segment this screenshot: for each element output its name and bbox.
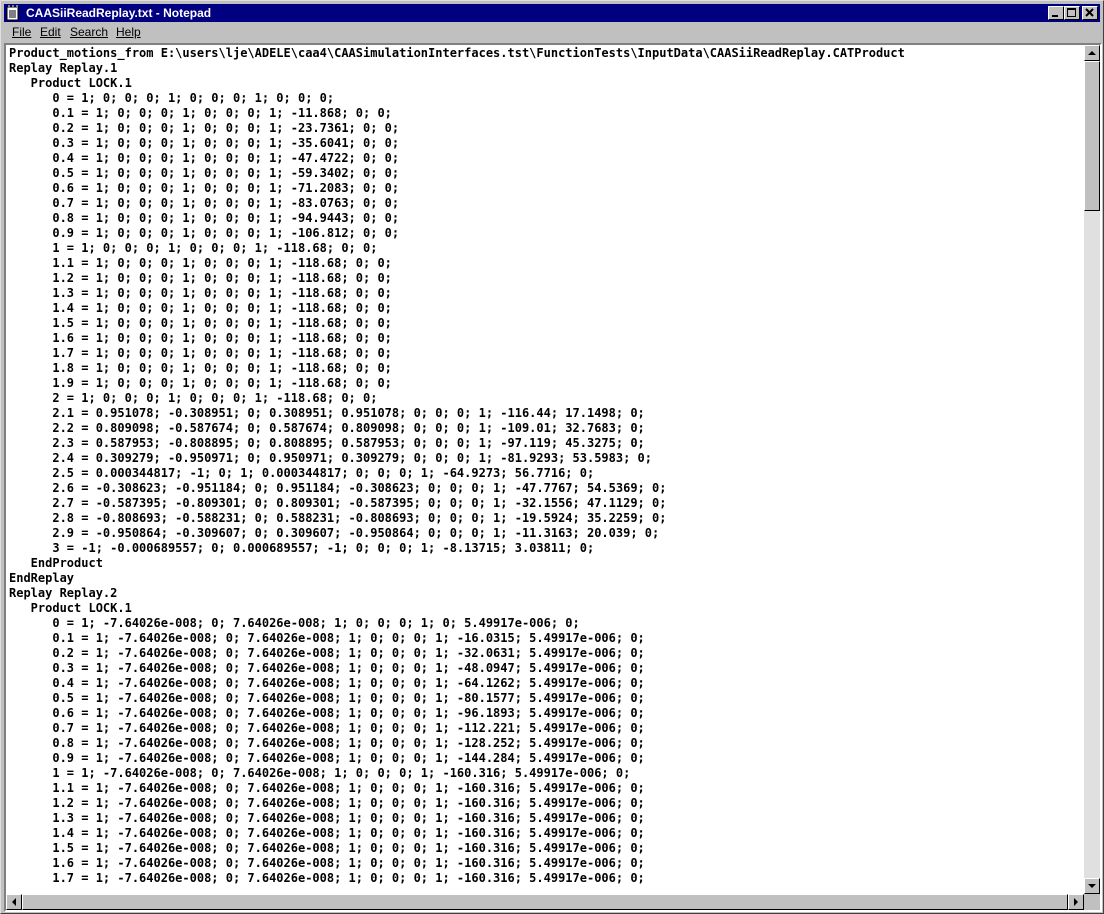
notepad-icon[interactable] <box>6 5 20 21</box>
text-line: 1.1 = 1; -7.64026e-008; 0; 7.64026e-008;… <box>9 781 645 795</box>
text-line: 2.2 = 0.809098; -0.587674; 0; 0.587674; … <box>9 421 645 435</box>
text-line: 1.5 = 1; -7.64026e-008; 0; 7.64026e-008;… <box>9 841 645 855</box>
maximize-button[interactable] <box>1064 6 1080 20</box>
text-line: 1.4 = 1; 0; 0; 0; 1; 0; 0; 0; 1; -118.68… <box>9 301 392 315</box>
text-line: 3 = -1; -0.000689557; 0; 0.000689557; -1… <box>9 541 595 555</box>
text-line: Product LOCK.1 <box>9 601 132 615</box>
text-line: 1.3 = 1; 0; 0; 0; 1; 0; 0; 0; 1; -118.68… <box>9 286 392 300</box>
scrollbar-corner <box>1084 894 1100 910</box>
arrow-right-icon <box>1074 898 1078 906</box>
text-line: 0.5 = 1; 0; 0; 0; 1; 0; 0; 0; 1; -59.340… <box>9 166 400 180</box>
text-line: 0 = 1; -7.64026e-008; 0; 7.64026e-008; 1… <box>9 616 580 630</box>
close-button[interactable] <box>1082 6 1098 20</box>
text-line: 1.7 = 1; -7.64026e-008; 0; 7.64026e-008;… <box>9 871 645 885</box>
menu-search-label: Search <box>70 25 109 39</box>
vertical-scrollbar[interactable] <box>1084 45 1100 894</box>
arrow-left-icon <box>12 898 16 906</box>
text-line: 1.9 = 1; 0; 0; 0; 1; 0; 0; 0; 1; -118.68… <box>9 376 392 390</box>
text-line: 1.2 = 1; 0; 0; 0; 1; 0; 0; 0; 1; -118.68… <box>9 271 392 285</box>
notepad-window: CAASiiReadReplay.txt - Notepad File Edit… <box>0 0 1104 914</box>
text-line: Replay Replay.1 <box>9 61 118 75</box>
text-line: 2.1 = 0.951078; -0.308951; 0; 0.308951; … <box>9 406 645 420</box>
text-line: 2.8 = -0.808693; -0.588231; 0; 0.588231;… <box>9 511 667 525</box>
text-line: 2.9 = -0.950864; -0.309607; 0; 0.309607;… <box>9 526 660 540</box>
text-line: 1 = 1; 0; 0; 0; 1; 0; 0; 0; 1; -118.68; … <box>9 241 378 255</box>
scroll-left-button[interactable] <box>6 894 22 910</box>
scroll-up-button[interactable] <box>1084 45 1100 61</box>
text-line: 1.7 = 1; 0; 0; 0; 1; 0; 0; 0; 1; -118.68… <box>9 346 392 360</box>
text-line: 0.6 = 1; -7.64026e-008; 0; 7.64026e-008;… <box>9 706 645 720</box>
horizontal-scrollbar[interactable] <box>6 894 1084 910</box>
minimize-button[interactable] <box>1048 6 1064 20</box>
window-title: CAASiiReadReplay.txt - Notepad <box>26 6 212 20</box>
text-line: 1 = 1; -7.64026e-008; 0; 7.64026e-008; 1… <box>9 766 631 780</box>
text-line: 0.8 = 1; -7.64026e-008; 0; 7.64026e-008;… <box>9 736 645 750</box>
text-line: 0.8 = 1; 0; 0; 0; 1; 0; 0; 0; 1; -94.944… <box>9 211 400 225</box>
text-line: Replay Replay.2 <box>9 586 118 600</box>
text-line: Product_motions_from E:\users\lje\ADELE\… <box>9 46 905 60</box>
text-line: 0.1 = 1; 0; 0; 0; 1; 0; 0; 0; 1; -11.868… <box>9 106 392 120</box>
text-line: 1.6 = 1; 0; 0; 0; 1; 0; 0; 0; 1; -118.68… <box>9 331 392 345</box>
document-text[interactable]: Product_motions_from E:\users\lje\ADELE\… <box>9 46 1084 894</box>
menu-bar: File Edit Search Help <box>4 23 1100 42</box>
text-line: 2.5 = 0.000344817; -1; 0; 1; 0.000344817… <box>9 466 595 480</box>
text-line: 2.6 = -0.308623; -0.951184; 0; 0.951184;… <box>9 481 667 495</box>
text-line: 1.6 = 1; -7.64026e-008; 0; 7.64026e-008;… <box>9 856 645 870</box>
text-line: EndProduct <box>9 556 103 570</box>
text-line: 0.4 = 1; 0; 0; 0; 1; 0; 0; 0; 1; -47.472… <box>9 151 400 165</box>
menu-edit[interactable]: Edit <box>40 25 61 40</box>
text-line: 1.3 = 1; -7.64026e-008; 0; 7.64026e-008;… <box>9 811 645 825</box>
text-line: 0.3 = 1; 0; 0; 0; 1; 0; 0; 0; 1; -35.604… <box>9 136 400 150</box>
text-line: 0.6 = 1; 0; 0; 0; 1; 0; 0; 0; 1; -71.208… <box>9 181 400 195</box>
horizontal-scroll-thumb[interactable] <box>22 894 1068 910</box>
scroll-down-button[interactable] <box>1084 878 1100 894</box>
menu-help[interactable]: Help <box>116 25 141 40</box>
title-bar[interactable]: CAASiiReadReplay.txt - Notepad <box>4 4 1100 22</box>
text-line: 0.3 = 1; -7.64026e-008; 0; 7.64026e-008;… <box>9 661 645 675</box>
menu-help-label: Help <box>116 25 141 39</box>
scroll-right-button[interactable] <box>1068 894 1084 910</box>
menu-file[interactable]: File <box>12 25 31 40</box>
text-line: 1.1 = 1; 0; 0; 0; 1; 0; 0; 0; 1; -118.68… <box>9 256 392 270</box>
text-line: 2.4 = 0.309279; -0.950971; 0; 0.950971; … <box>9 451 652 465</box>
text-line: 0 = 1; 0; 0; 0; 1; 0; 0; 0; 1; 0; 0; 0; <box>9 91 335 105</box>
text-line: 0.9 = 1; 0; 0; 0; 1; 0; 0; 0; 1; -106.81… <box>9 226 400 240</box>
text-line: 0.5 = 1; -7.64026e-008; 0; 7.64026e-008;… <box>9 691 645 705</box>
text-line: 1.4 = 1; -7.64026e-008; 0; 7.64026e-008;… <box>9 826 645 840</box>
menu-file-label: File <box>12 25 32 39</box>
text-line: 1.5 = 1; 0; 0; 0; 1; 0; 0; 0; 1; -118.68… <box>9 316 392 330</box>
menu-edit-label: Edit <box>40 25 61 39</box>
text-line: 2.7 = -0.587395; -0.809301; 0; 0.809301;… <box>9 496 667 510</box>
text-line: 1.2 = 1; -7.64026e-008; 0; 7.64026e-008;… <box>9 796 645 810</box>
close-icon <box>1085 8 1094 17</box>
text-editor[interactable]: Product_motions_from E:\users\lje\ADELE\… <box>4 43 1102 912</box>
maximize-icon <box>1067 8 1076 17</box>
menu-search[interactable]: Search <box>70 25 108 40</box>
vertical-scroll-thumb[interactable] <box>1084 61 1100 211</box>
text-line: 0.9 = 1; -7.64026e-008; 0; 7.64026e-008;… <box>9 751 645 765</box>
text-line: 2.3 = 0.587953; -0.808895; 0; 0.808895; … <box>9 436 645 450</box>
text-line: EndReplay <box>9 571 75 585</box>
text-line: 0.2 = 1; 0; 0; 0; 1; 0; 0; 0; 1; -23.736… <box>9 121 400 135</box>
text-line: 0.4 = 1; -7.64026e-008; 0; 7.64026e-008;… <box>9 676 645 690</box>
text-line: 2 = 1; 0; 0; 0; 1; 0; 0; 0; 1; -118.68; … <box>9 391 378 405</box>
text-line: 0.7 = 1; 0; 0; 0; 1; 0; 0; 0; 1; -83.076… <box>9 196 400 210</box>
text-line: Product LOCK.1 <box>9 76 132 90</box>
text-line: 0.7 = 1; -7.64026e-008; 0; 7.64026e-008;… <box>9 721 645 735</box>
arrow-up-icon <box>1088 51 1096 55</box>
minimize-icon <box>1052 15 1058 17</box>
text-line: 0.1 = 1; -7.64026e-008; 0; 7.64026e-008;… <box>9 631 645 645</box>
arrow-down-icon <box>1088 884 1096 888</box>
text-line: 0.2 = 1; -7.64026e-008; 0; 7.64026e-008;… <box>9 646 645 660</box>
text-line: 1.8 = 1; 0; 0; 0; 1; 0; 0; 0; 1; -118.68… <box>9 361 392 375</box>
